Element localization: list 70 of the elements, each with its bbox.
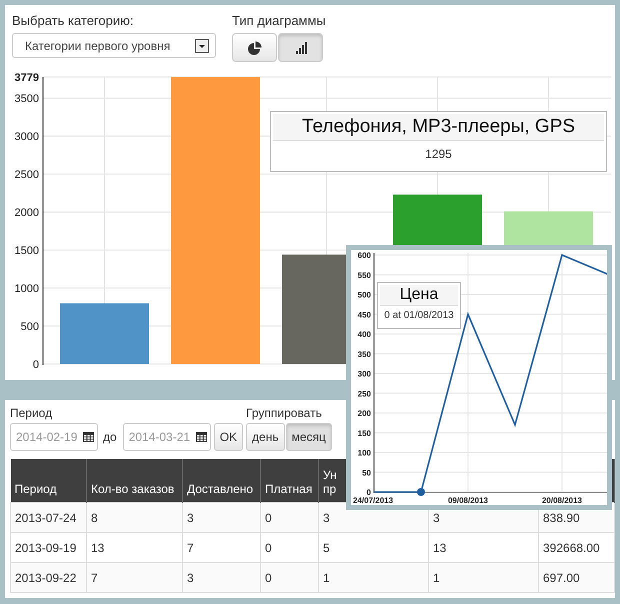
calendar-icon [196, 431, 207, 442]
y-tick-label: 100 [358, 448, 371, 458]
y-tick-label: 3000 [14, 131, 39, 144]
y-tick-label: 350 [358, 350, 371, 359]
y-tick-label: 0 [32, 359, 39, 371]
y-tick-label: 3779 [14, 72, 39, 84]
x-tick-label: 24/07/2013 [353, 496, 394, 505]
table-cell: 0 [260, 532, 318, 562]
group-option[interactable]: день [246, 423, 285, 451]
chart-type-label: Тип диаграммы [232, 13, 326, 28]
caret-icon [195, 38, 209, 52]
y-tick-label: 600 [358, 251, 371, 260]
y-tick-label: 150 [358, 428, 371, 438]
table-cell: 2013-09-19 [10, 532, 86, 562]
tooltip-title: Цена [380, 285, 458, 306]
y-tick-label: 2000 [14, 207, 39, 220]
date-field[interactable]: 2014-02-19 [10, 423, 98, 451]
y-tick-label: 200 [358, 409, 371, 418]
table-cell: 1 [318, 562, 428, 592]
y-tick-label: 250 [358, 389, 371, 398]
y-tick-label: 0 [366, 488, 371, 497]
y-tick-label: 500 [358, 290, 371, 300]
column-header: Доставлено [182, 459, 260, 502]
y-tick-label: 550 [358, 270, 371, 280]
tooltip-value: 1295 [424, 146, 453, 163]
y-tick-label: 500 [20, 321, 39, 334]
table-cell: 7 [86, 562, 182, 592]
table-cell: 0 [260, 502, 318, 532]
y-tick-label: 50 [362, 468, 371, 478]
table-cell: 3 [182, 562, 260, 592]
y-tick-label: 1500 [14, 245, 39, 258]
table-cell: 1 [428, 562, 538, 592]
y-tick-label: 300 [358, 370, 371, 378]
tooltip-value: 0 at 01/08/2013 [383, 309, 455, 323]
x-tick-label: 20/08/2013 [542, 496, 582, 505]
table-cell: 7 [182, 532, 260, 562]
y-tick-label: 3500 [14, 93, 39, 106]
table-cell: 697.00 [538, 562, 614, 592]
date-field[interactable]: 2014-03-21 [122, 423, 211, 451]
category-select[interactable]: Категории первого уровня [12, 33, 216, 58]
tooltip-title: Телефония, MP3-плееры, GPS [273, 114, 604, 141]
table-cell: 3 [182, 502, 260, 532]
calendar-icon [83, 431, 94, 442]
table-cell: 2013-09-22 [10, 562, 86, 592]
column-header: Кол-во заказов [86, 459, 182, 502]
table-cell: 13 [428, 532, 538, 562]
column-header: Период [10, 459, 86, 502]
table-cell: 0 [260, 562, 318, 592]
data-point-marker [417, 488, 425, 496]
y-tick-label: 1000 [14, 283, 39, 296]
y-tick-label: 400 [358, 330, 371, 339]
pie-chart-icon [248, 40, 262, 54]
pie-chart-button[interactable] [232, 33, 277, 62]
group-option[interactable]: месяц [286, 423, 332, 451]
y-tick-label: 450 [358, 310, 371, 320]
bar-chart-icon [294, 42, 306, 54]
table-cell: 5 [318, 532, 428, 562]
x-tick-label: 09/08/2013 [448, 496, 488, 505]
table-cell: 392668.00 [538, 532, 614, 562]
column-header: Платная [260, 459, 318, 502]
to-label: до [103, 430, 117, 444]
table-cell: 13 [86, 532, 182, 562]
bar-chart-button[interactable] [278, 33, 323, 62]
category-label: Выбрать категорию: [12, 13, 134, 28]
table-cell: 2013-07-24 [10, 502, 86, 532]
period-label: Период [10, 406, 54, 420]
group-label: Группировать [246, 406, 323, 420]
ok-button[interactable]: OK [214, 423, 244, 451]
table-cell: 8 [86, 502, 182, 532]
y-tick-label: 2500 [14, 169, 39, 182]
